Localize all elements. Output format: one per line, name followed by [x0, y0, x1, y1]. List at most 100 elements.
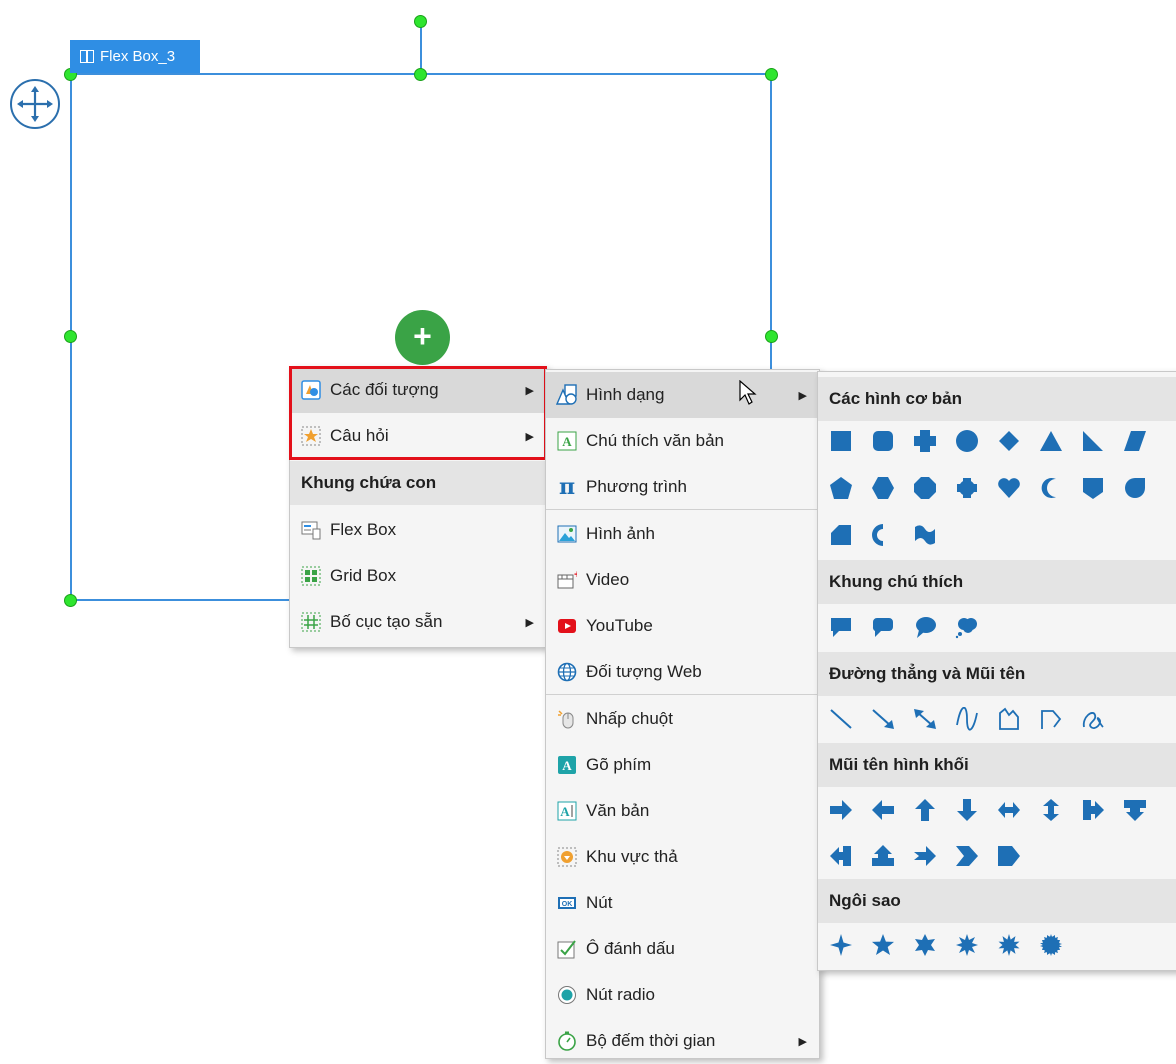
svg-text:π: π: [559, 476, 575, 498]
down-callout-arrow-shape-icon[interactable]: [1123, 798, 1147, 822]
up-down-arrow-shape-icon[interactable]: [1039, 798, 1063, 822]
rounded-square-shape-icon[interactable]: [871, 429, 895, 453]
menu-item-grid-box[interactable]: Grid Box: [290, 553, 546, 599]
menu-item-text-caption[interactable]: A Chú thích văn bản: [546, 418, 819, 464]
menu-item-shapes[interactable]: Hình dạng ▶: [546, 372, 819, 418]
block-arc-shape-icon[interactable]: [871, 523, 895, 547]
menu-item-drop-zone[interactable]: Khu vực thả: [546, 834, 819, 880]
menu-item-label: Bộ đếm thời gian: [586, 1031, 716, 1050]
left-right-arrow-shape-icon[interactable]: [997, 798, 1021, 822]
rounded-callout-icon[interactable]: [871, 615, 895, 639]
moon-shape-icon[interactable]: [1039, 476, 1063, 500]
scribble-icon[interactable]: [1081, 707, 1105, 731]
line-icon[interactable]: [829, 707, 853, 731]
diamond-shape-icon[interactable]: [997, 429, 1021, 453]
menu-item-mouse-click[interactable]: Nhấp chuột: [546, 696, 819, 742]
flexbox-columns-icon: [80, 50, 94, 63]
menu-item-web-object[interactable]: Đối tượng Web: [546, 649, 819, 695]
shield-shape-icon[interactable]: [1081, 476, 1105, 500]
right-callout-arrow-shape-icon[interactable]: [1081, 798, 1105, 822]
menu-item-image[interactable]: Hình ảnh: [546, 511, 819, 557]
octagon-shape-icon[interactable]: [913, 476, 937, 500]
double-arrow-line-icon[interactable]: [913, 707, 937, 731]
youtube-icon: [556, 615, 578, 637]
menu-item-label: Hình dạng: [586, 385, 665, 404]
video-icon: +: [556, 569, 578, 591]
menu-item-checkbox[interactable]: Ô đánh dấu: [546, 926, 819, 972]
star-10-point-icon[interactable]: [997, 933, 1021, 957]
oval-callout-icon[interactable]: [913, 615, 937, 639]
left-callout-arrow-shape-icon[interactable]: [829, 844, 853, 868]
menu-item-label: YouTube: [586, 616, 653, 635]
curve-icon[interactable]: [955, 707, 979, 731]
resize-handle-top-right[interactable]: [765, 68, 778, 81]
star-5-point-icon[interactable]: [871, 933, 895, 957]
menu-item-label: Grid Box: [330, 566, 397, 585]
right-arrow-shape-icon[interactable]: [829, 798, 853, 822]
left-arrow-shape-icon[interactable]: [871, 798, 895, 822]
star-6-point-icon[interactable]: [913, 933, 937, 957]
rotate-handle[interactable]: [414, 15, 427, 28]
up-arrow-shape-icon[interactable]: [913, 798, 937, 822]
polyline-icon[interactable]: [1039, 707, 1063, 731]
menu-item-typing[interactable]: A Gõ phím: [546, 742, 819, 788]
striped-right-arrow-shape-icon[interactable]: [913, 844, 937, 868]
radio-icon: [556, 984, 578, 1006]
parallelogram-shape-icon[interactable]: [1123, 429, 1147, 453]
resize-handle-left[interactable]: [64, 330, 77, 343]
plus-shape-icon[interactable]: [913, 429, 937, 453]
wave-shape-icon[interactable]: [913, 523, 937, 547]
menu-item-video[interactable]: + Video: [546, 557, 819, 603]
freeform-icon[interactable]: [997, 707, 1021, 731]
menu-item-label: Bố cục tạo sẵn: [330, 612, 443, 631]
menu-item-youtube[interactable]: YouTube: [546, 603, 819, 649]
star-8-point-icon[interactable]: [955, 933, 979, 957]
menu-item-equation[interactable]: π Phương trình: [546, 464, 819, 510]
menu-divider: [546, 509, 819, 510]
layout-icon: [300, 611, 322, 633]
add-element-button[interactable]: +: [395, 310, 450, 365]
pentagon-arrow-shape-icon[interactable]: [997, 844, 1021, 868]
cross-shape-icon[interactable]: [955, 476, 979, 500]
menu-item-text[interactable]: A Văn bản: [546, 788, 819, 834]
hexagon-shape-icon[interactable]: [871, 476, 895, 500]
frame-bottom-edge: [70, 599, 290, 601]
triangle-shape-icon[interactable]: [1039, 429, 1063, 453]
circle-shape-icon[interactable]: [955, 429, 979, 453]
move-handle[interactable]: [10, 79, 60, 129]
up-callout-arrow-shape-icon[interactable]: [871, 844, 895, 868]
globe-icon: [556, 661, 578, 683]
submenu-arrow-icon: ▶: [525, 616, 534, 629]
resize-handle-top[interactable]: [414, 68, 427, 81]
menu-item-label: Đối tượng Web: [586, 662, 702, 681]
flexbox-name-tag[interactable]: Flex Box_3: [70, 40, 200, 73]
star-4-point-icon[interactable]: [829, 933, 853, 957]
teardrop-shape-icon[interactable]: [1123, 476, 1147, 500]
star-burst-icon[interactable]: [1039, 933, 1063, 957]
arrow-line-icon[interactable]: [871, 707, 895, 731]
menu-item-flex-box[interactable]: Flex Box: [290, 507, 546, 553]
square-shape-icon[interactable]: [829, 429, 853, 453]
menu-item-label: Nút radio: [586, 985, 655, 1004]
gridbox-icon: [300, 565, 322, 587]
resize-handle-bottom-left[interactable]: [64, 594, 77, 607]
chevron-shape-icon[interactable]: [955, 844, 979, 868]
mouse-cursor-icon: [739, 379, 757, 411]
cloud-callout-icon[interactable]: [955, 615, 979, 639]
down-arrow-shape-icon[interactable]: [955, 798, 979, 822]
right-triangle-shape-icon[interactable]: [1081, 429, 1105, 453]
text-input-icon: A: [556, 800, 578, 822]
resize-handle-right[interactable]: [765, 330, 778, 343]
menu-item-radio[interactable]: Nút radio: [546, 972, 819, 1018]
pentagon-shape-icon[interactable]: [829, 476, 853, 500]
menu-item-timer[interactable]: Bộ đếm thời gian ▶: [546, 1018, 819, 1064]
menu-item-label: Ô đánh dấu: [586, 939, 675, 958]
menu-item-label: Video: [586, 570, 630, 589]
snip-corner-shape-icon[interactable]: [829, 523, 853, 547]
menu-item-button[interactable]: OK Nút: [546, 880, 819, 926]
rect-callout-icon[interactable]: [829, 615, 853, 639]
section-callouts: Khung chú thích: [818, 560, 1176, 604]
heart-shape-icon[interactable]: [997, 476, 1021, 500]
menu-item-preset-layout[interactable]: Bố cục tạo sẵn ▶: [290, 599, 546, 645]
pi-icon: π: [556, 476, 578, 498]
